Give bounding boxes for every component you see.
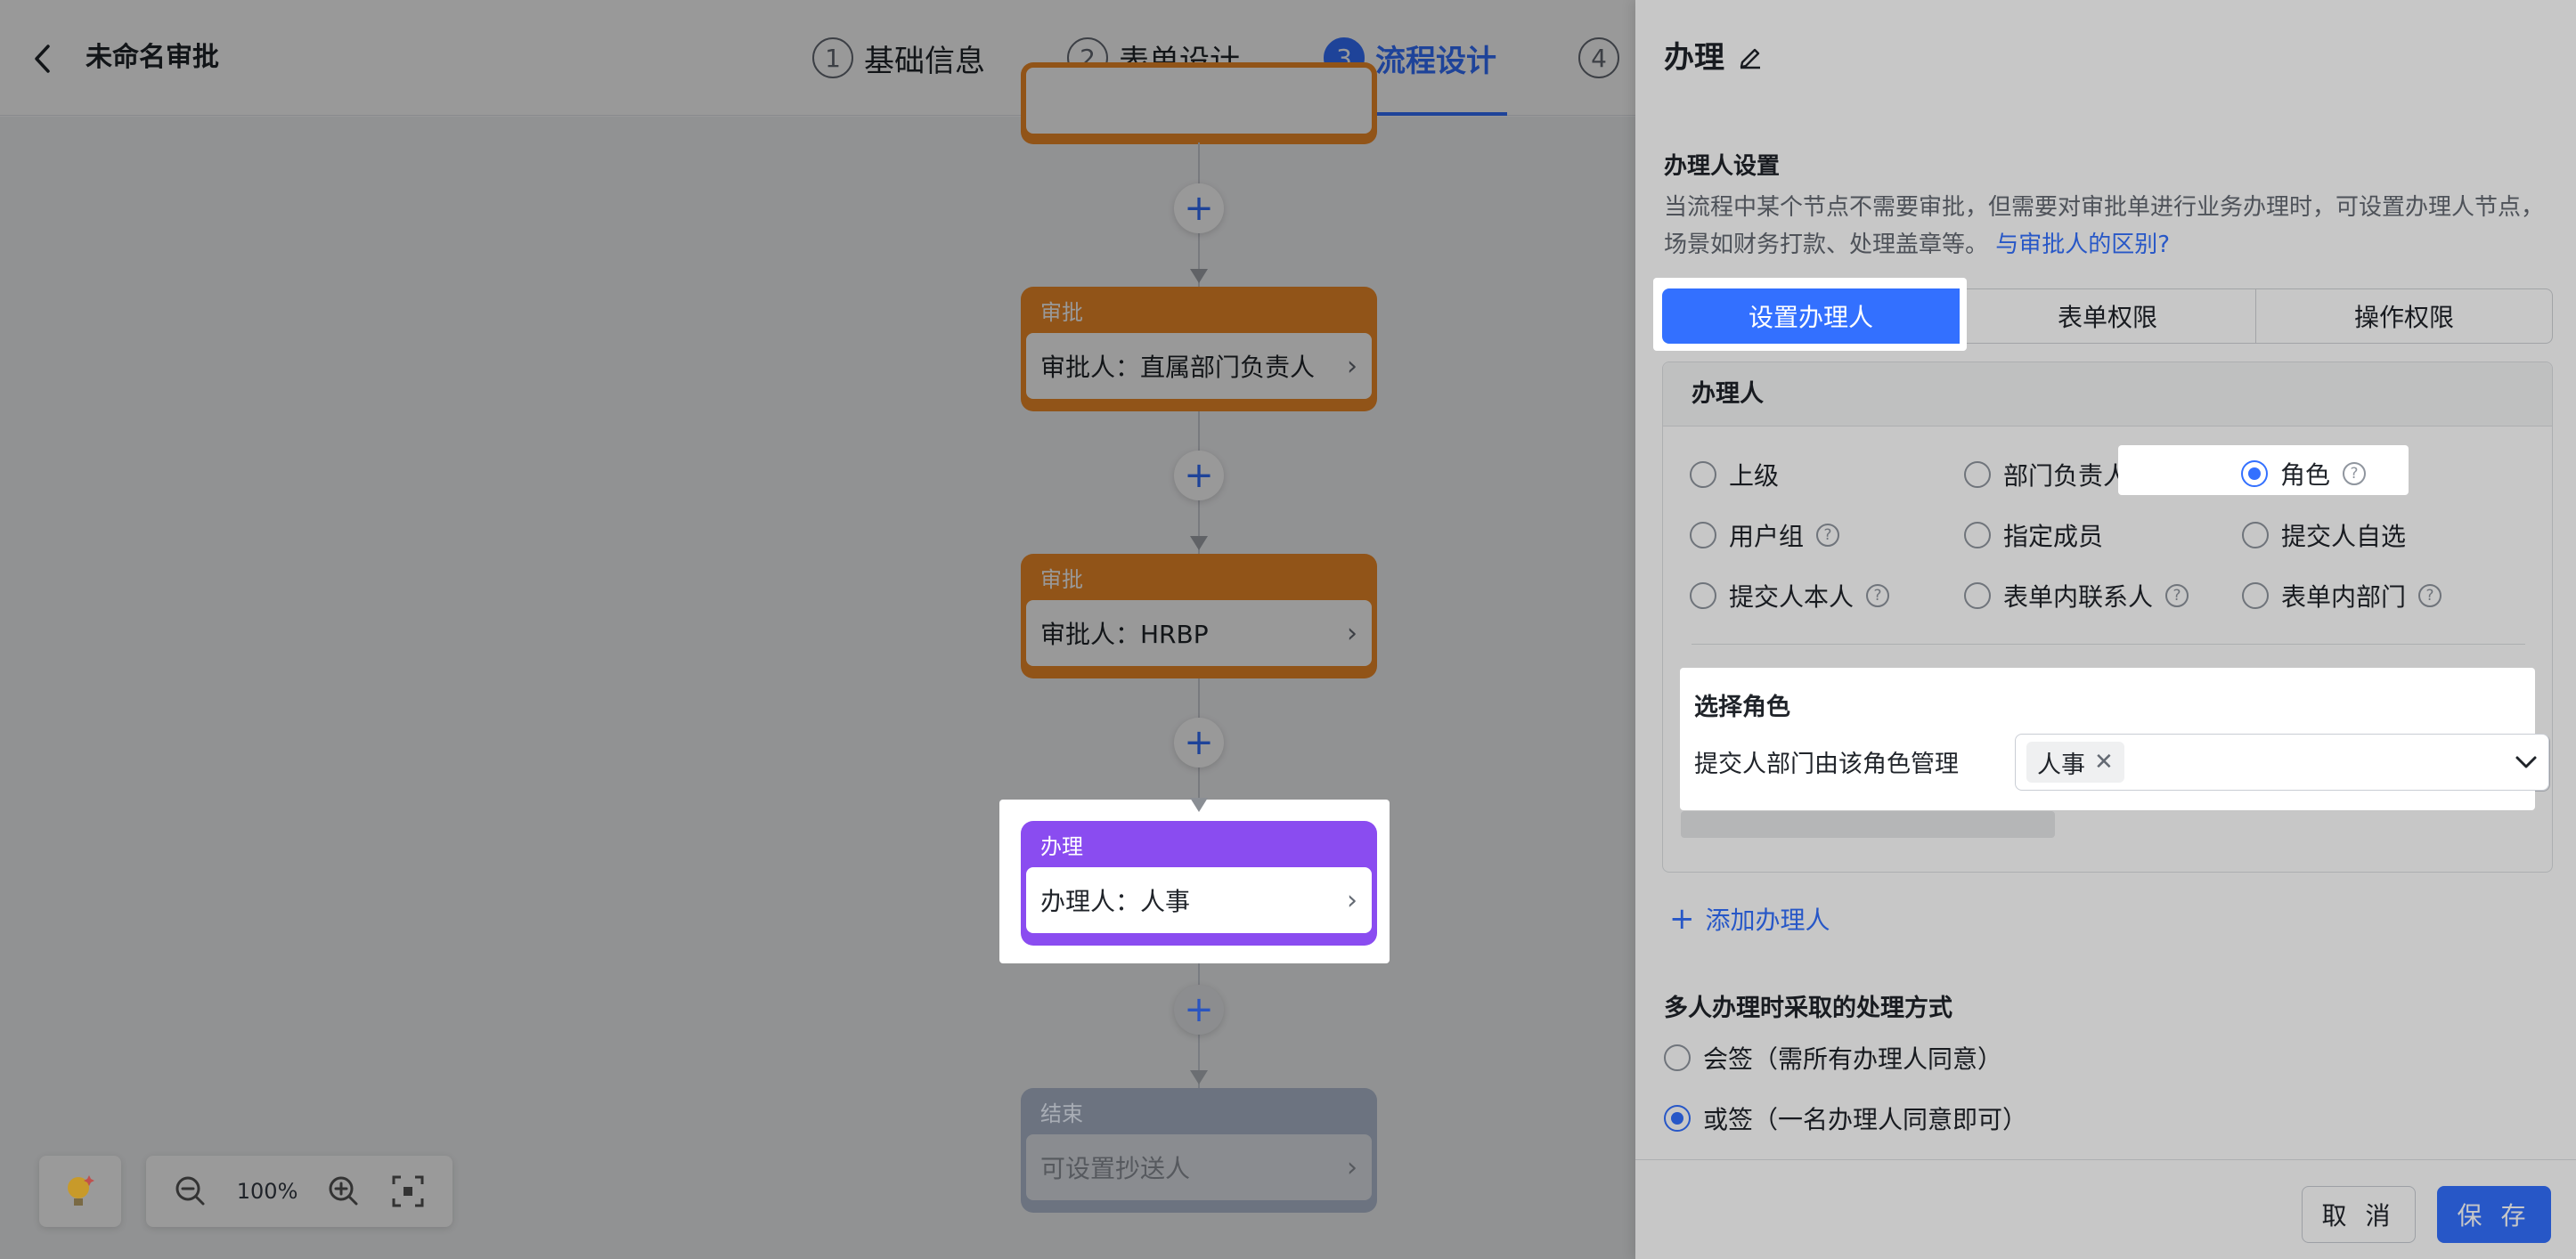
- lightbulb-icon: [68, 1175, 94, 1206]
- chevron-down-icon: [2515, 756, 2537, 768]
- close-icon[interactable]: ✕: [2094, 749, 2114, 776]
- panel-dim-overlay: [1635, 0, 2576, 1259]
- radio-label: 角色: [2280, 460, 2331, 490]
- radio-circle[interactable]: [2241, 460, 2268, 487]
- help-icon[interactable]: ?: [2343, 462, 2367, 485]
- zoom-toolbar: 100%: [146, 1156, 452, 1227]
- flow-node-handle[interactable]: 办理 办理人：人事 ›: [1021, 821, 1377, 946]
- radio-role-spotlight[interactable]: 角色?: [2241, 456, 2367, 491]
- zoom-level: 100%: [236, 1179, 298, 1204]
- select-role-title-spotlight: 选择角色: [1694, 694, 1790, 721]
- chevron-right-icon: ›: [1347, 1151, 1357, 1183]
- modal-overlay: [0, 0, 1635, 1259]
- zoom-out-icon[interactable]: [173, 1174, 208, 1209]
- role-select-spotlight[interactable]: 人事 ✕: [2015, 734, 2549, 791]
- zoom-in-icon[interactable]: [326, 1174, 362, 1209]
- chevron-right-icon: ›: [1347, 884, 1357, 916]
- node-type: 结束: [1040, 1101, 1083, 1126]
- node-type: 办理: [1040, 834, 1083, 859]
- tab-set-handler-spotlight[interactable]: 设置办理人: [1662, 288, 1960, 344]
- node-text: 办理人：人事: [1040, 887, 1191, 916]
- fit-screen-icon[interactable]: [390, 1174, 426, 1209]
- flow-arrow-icon: [1190, 1070, 1208, 1084]
- node-text: 可设置抄送人: [1040, 1154, 1191, 1183]
- tag-label: 人事: [2037, 751, 2085, 779]
- side-panel: 办理 办理人设置 当流程中某个节点不需要审批，但需要对审批单进行业务办理时，可设…: [1635, 0, 2576, 1259]
- select-role-label-spotlight: 提交人部门由该角色管理: [1694, 751, 1959, 778]
- add-node-button[interactable]: +: [1174, 985, 1224, 1035]
- flow-node-end[interactable]: 结束 可设置抄送人 ›: [1021, 1088, 1377, 1213]
- tips-button[interactable]: [39, 1156, 121, 1227]
- selected-tag: 人事 ✕: [2026, 742, 2124, 783]
- flow-arrow-icon: [1190, 798, 1208, 812]
